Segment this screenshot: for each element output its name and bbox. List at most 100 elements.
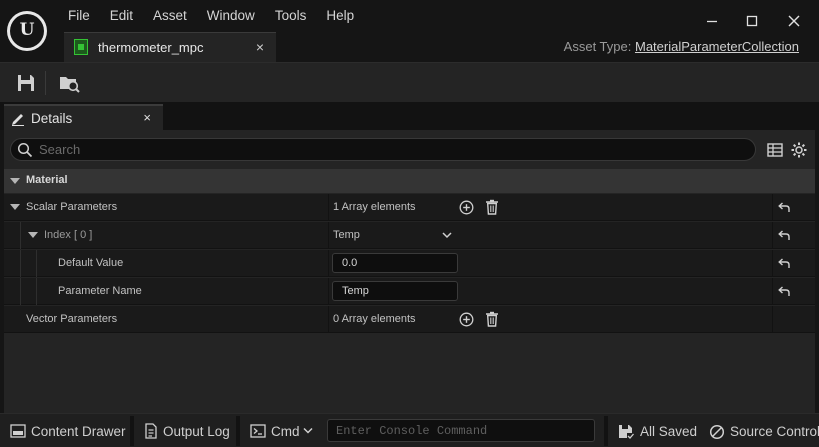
maximize-icon (746, 15, 758, 27)
property-row-parameter-name: Parameter Name Temp (4, 278, 815, 305)
output-log-icon (145, 423, 157, 439)
asset-type-link[interactable]: MaterialParameterCollection (635, 39, 799, 54)
console-command-input[interactable] (327, 419, 595, 442)
reset-to-default-icon[interactable] (777, 257, 791, 271)
tab-close-icon[interactable]: × (256, 39, 264, 55)
array-count: 0 Array elements (333, 313, 416, 325)
menu-help[interactable]: Help (316, 6, 364, 26)
delete-all-icon[interactable] (485, 311, 499, 327)
status-bar: Content Drawer Output Log Cmd All (0, 413, 819, 447)
indent-guide (36, 250, 37, 277)
reset-to-default-icon[interactable] (777, 201, 791, 215)
array-count: 1 Array elements (333, 201, 416, 213)
save-status-icon (619, 425, 634, 440)
search-input[interactable] (39, 141, 739, 158)
all-saved-button[interactable]: All Saved (612, 414, 700, 447)
column-divider[interactable] (328, 194, 329, 221)
output-log-button[interactable]: Output Log (136, 414, 234, 447)
delete-all-icon[interactable] (485, 199, 499, 215)
property-row-default-value: Default Value 0.0 (4, 250, 815, 277)
save-icon (18, 75, 34, 91)
menu-tools[interactable]: Tools (265, 6, 317, 26)
settings-gear-icon[interactable] (790, 141, 808, 159)
close-icon (788, 15, 800, 27)
source-control-button[interactable]: Source Control (704, 414, 819, 447)
column-divider[interactable] (328, 278, 329, 305)
chevron-down-icon (303, 427, 313, 434)
panel-tab-strip: Details × (0, 102, 819, 130)
menu-edit[interactable]: Edit (100, 6, 143, 26)
tab-details[interactable]: Details × (4, 104, 163, 130)
menu-asset[interactable]: Asset (143, 6, 197, 26)
asset-tab-label: thermometer_mpc (98, 40, 204, 55)
add-element-icon[interactable] (459, 200, 474, 215)
unreal-logo-icon[interactable]: U (7, 11, 47, 51)
all-saved-label: All Saved (640, 424, 698, 439)
title-bar: U File Edit Asset Window Tools Help ther… (0, 0, 819, 62)
add-element-icon[interactable] (459, 312, 474, 327)
maximize-button[interactable] (740, 9, 764, 33)
content-drawer-icon (10, 424, 26, 438)
chevron-down-icon[interactable] (441, 230, 453, 240)
category-label: Material (26, 174, 68, 186)
search-icon (17, 142, 33, 158)
asset-editor-tab[interactable]: thermometer_mpc × (64, 32, 276, 62)
expand-arrow-icon[interactable] (10, 204, 20, 210)
reset-to-default-icon[interactable] (777, 229, 791, 243)
property-row-scalar-parameters: Scalar Parameters 1 Array elements (4, 194, 815, 221)
minimize-icon (707, 20, 717, 23)
pencil-icon (12, 114, 24, 126)
property-name: Default Value (58, 257, 124, 269)
expand-arrow-icon (10, 178, 20, 184)
reset-column-divider (772, 194, 773, 221)
indent-guide (36, 278, 37, 305)
toolbar-separator (45, 71, 46, 95)
menu-file[interactable]: File (58, 6, 100, 26)
asset-toolbar (0, 62, 819, 102)
property-name: Parameter Name (58, 285, 142, 297)
index-combo-value[interactable]: Temp (333, 229, 360, 241)
browse-asset-button[interactable] (57, 71, 81, 95)
menu-bar: File Edit Asset Window Tools Help (58, 6, 364, 26)
indent-guide (20, 222, 21, 249)
output-log-label: Output Log (163, 424, 230, 439)
minimize-button[interactable] (700, 9, 724, 33)
property-name: Scalar Parameters (26, 201, 118, 213)
details-search-row (4, 130, 815, 168)
details-panel: Material Scalar Parameters 1 Array eleme… (4, 130, 815, 413)
column-divider[interactable] (328, 250, 329, 277)
default-value-field[interactable]: 0.0 (332, 253, 458, 273)
asset-type-label: Asset Type: (563, 39, 632, 54)
details-tab-label: Details (31, 111, 73, 126)
cmd-label: Cmd (271, 424, 300, 439)
source-control-label: Source Control (730, 424, 819, 439)
browse-asset-icon (60, 77, 80, 93)
menu-window[interactable]: Window (197, 6, 265, 26)
terminal-icon (250, 424, 266, 438)
table-view-icon[interactable] (766, 141, 784, 159)
reset-column-divider (772, 278, 773, 305)
close-window-button[interactable] (782, 9, 806, 33)
parameter-name-field[interactable]: Temp (332, 281, 458, 301)
category-material[interactable]: Material (4, 169, 815, 193)
reset-column-divider (772, 250, 773, 277)
save-button[interactable] (14, 71, 38, 95)
property-name: Index [ 0 ] (44, 229, 93, 241)
indent-guide (20, 250, 21, 277)
column-divider[interactable] (328, 306, 329, 333)
asset-type-info: Asset Type: MaterialParameterCollection (564, 39, 799, 54)
cmd-selector[interactable]: Cmd (242, 414, 322, 447)
indent-guide (20, 278, 21, 305)
property-row-vector-parameters: Vector Parameters 0 Array elements (4, 306, 815, 333)
content-drawer-label: Content Drawer (31, 424, 126, 439)
reset-to-default-icon[interactable] (777, 285, 791, 299)
status-separator (236, 416, 240, 446)
expand-arrow-icon[interactable] (28, 232, 38, 238)
property-name: Vector Parameters (26, 313, 118, 325)
property-row-index-0: Index [ 0 ] Temp (4, 222, 815, 249)
content-drawer-button[interactable]: Content Drawer (0, 414, 130, 447)
material-parameter-collection-icon (74, 39, 88, 55)
details-tab-close-icon[interactable]: × (143, 110, 151, 125)
search-box[interactable] (10, 138, 756, 161)
column-divider[interactable] (328, 222, 329, 249)
